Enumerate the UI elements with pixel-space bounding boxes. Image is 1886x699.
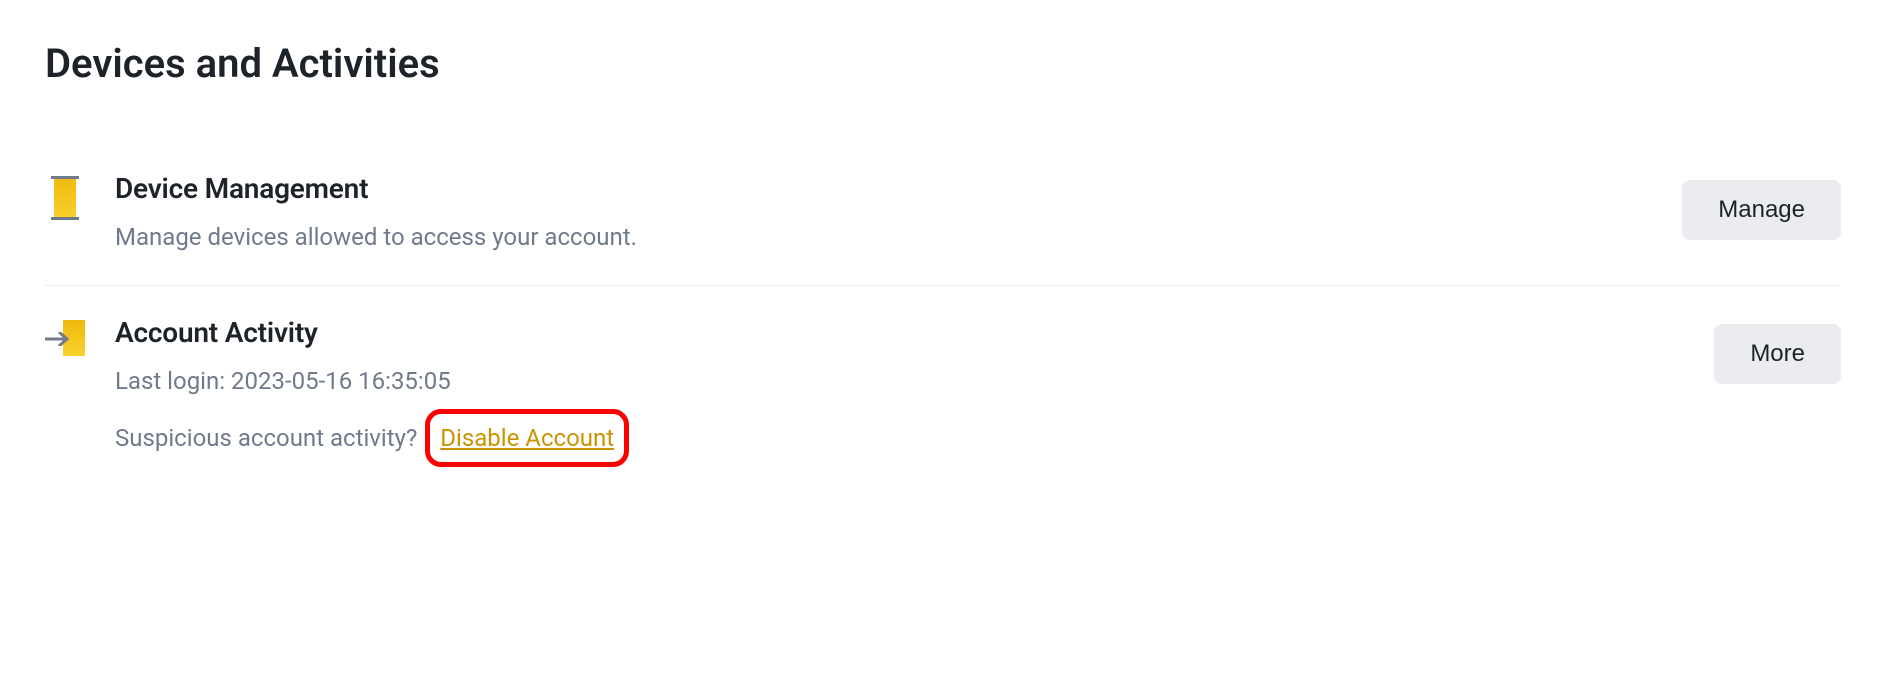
arrow-in-icon: [45, 320, 85, 356]
device-icon-col: [45, 172, 85, 220]
device-management-row: Device Management Manage devices allowed…: [45, 142, 1841, 285]
device-desc: Manage devices allowed to access your ac…: [115, 219, 1652, 255]
device-title: Device Management: [115, 172, 1652, 205]
device-content: Device Management Manage devices allowed…: [115, 172, 1652, 255]
disable-highlight: Disable Account: [425, 409, 629, 467]
section-title: Devices and Activities: [45, 40, 1841, 87]
activity-content: Account Activity Last login: 2023-05-16 …: [115, 316, 1684, 467]
activity-icon-col: [45, 316, 85, 356]
phone-icon: [51, 176, 79, 220]
activity-suspicious-line: Suspicious account activity? Disable Acc…: [115, 409, 1684, 467]
activity-title: Account Activity: [115, 316, 1684, 349]
activity-lastlogin: Last login: 2023-05-16 16:35:05: [115, 363, 1684, 399]
more-button[interactable]: More: [1714, 324, 1841, 384]
disable-account-link[interactable]: Disable Account: [440, 424, 614, 452]
manage-button[interactable]: Manage: [1682, 180, 1841, 240]
account-activity-row: Account Activity Last login: 2023-05-16 …: [45, 285, 1841, 497]
suspicious-text: Suspicious account activity?: [115, 424, 423, 452]
